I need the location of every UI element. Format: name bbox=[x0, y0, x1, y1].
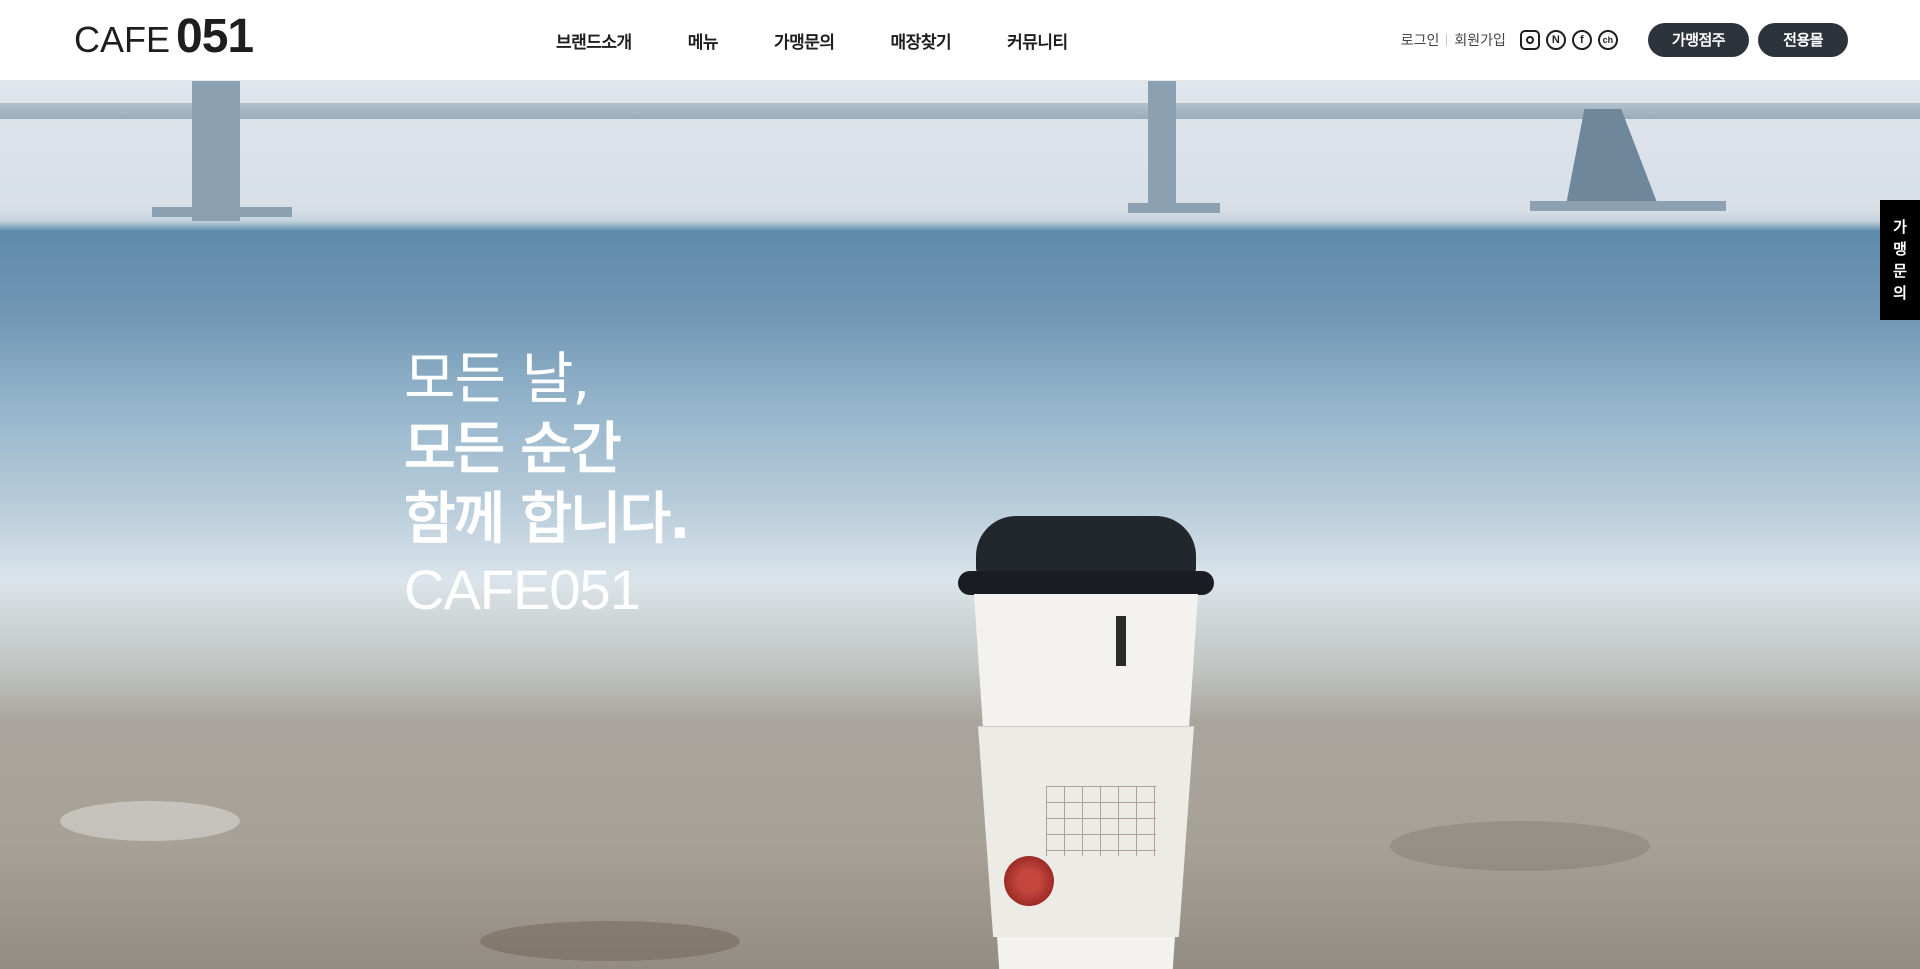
hero-line-2: 모든 순간 bbox=[404, 417, 622, 482]
side-tab-char: 맹 bbox=[1893, 240, 1907, 258]
side-tab-char: 의 bbox=[1893, 284, 1907, 302]
bridge-tower-base bbox=[1530, 201, 1726, 211]
facebook-icon[interactable]: f bbox=[1571, 30, 1592, 50]
sand-texture bbox=[60, 801, 240, 841]
site-header: CAFE 051 브랜드소개 메뉴 가맹문의 매장찾기 커뮤니티 로그인 회원가… bbox=[0, 0, 1920, 81]
cafe051-logo[interactable]: CAFE 051 bbox=[74, 10, 254, 63]
hero-copy: 모든 날, 모든 순간 함께 합니다. CAFE051 bbox=[404, 345, 690, 625]
login-link[interactable]: 로그인 bbox=[1401, 30, 1440, 50]
divider bbox=[1446, 34, 1448, 46]
signup-link[interactable]: 회원가입 bbox=[1454, 30, 1506, 50]
logo-text-051: 051 bbox=[176, 10, 254, 63]
franchise-owner-button[interactable]: 가맹점주 bbox=[1647, 23, 1750, 57]
side-tab-char: 문 bbox=[1893, 262, 1907, 280]
bridge-pylon-base bbox=[1128, 203, 1220, 213]
bridge-image-deck bbox=[0, 103, 1920, 119]
franchise-inquiry-side-tab[interactable]: 가 맹 문 의 bbox=[1880, 200, 1920, 320]
coffee-cup-image bbox=[956, 516, 1216, 969]
member-links: 로그인 회원가입 bbox=[1401, 30, 1506, 50]
sns-links: N f ch bbox=[1519, 30, 1618, 50]
exclusive-mall-button[interactable]: 전용몰 bbox=[1758, 23, 1848, 57]
nav-brand-intro[interactable]: 브랜드소개 bbox=[556, 28, 660, 53]
nav-franchise-inquiry[interactable]: 가맹문의 bbox=[746, 28, 863, 53]
nav-store-locator[interactable]: 매장찾기 bbox=[863, 28, 980, 53]
utility-area: 로그인 회원가입 N f ch 가맹점주 전용몰 bbox=[1401, 22, 1848, 58]
hero-line-1: 모든 날, bbox=[404, 347, 590, 412]
bridge-pylon-base bbox=[152, 207, 292, 217]
main-navigation: 브랜드소개 메뉴 가맹문의 매장찾기 커뮤니티 bbox=[556, 0, 1096, 80]
hero-line-4: CAFE051 bbox=[404, 558, 641, 621]
kakao-channel-icon[interactable]: ch bbox=[1597, 30, 1618, 50]
hero-banner: 모든 날, 모든 순간 함께 합니다. CAFE051 bbox=[0, 81, 1920, 969]
bridge-pylon bbox=[1148, 81, 1176, 211]
hero-line-3: 함께 합니다. bbox=[404, 487, 690, 552]
logo-text-cafe: CAFE bbox=[74, 19, 171, 60]
bridge-tower bbox=[1566, 109, 1658, 205]
flower-print bbox=[1004, 856, 1054, 906]
side-tab-char: 가 bbox=[1893, 218, 1907, 236]
nav-community[interactable]: 커뮤니티 bbox=[979, 28, 1096, 53]
header-buttons: 가맹점주 전용몰 bbox=[1647, 23, 1848, 57]
seaweed bbox=[480, 921, 740, 961]
nav-menu[interactable]: 메뉴 bbox=[660, 28, 746, 53]
naver-icon[interactable]: N bbox=[1545, 30, 1566, 50]
sand-texture bbox=[1390, 821, 1650, 871]
bridge-pylon bbox=[192, 81, 240, 221]
instagram-icon[interactable] bbox=[1519, 30, 1540, 50]
